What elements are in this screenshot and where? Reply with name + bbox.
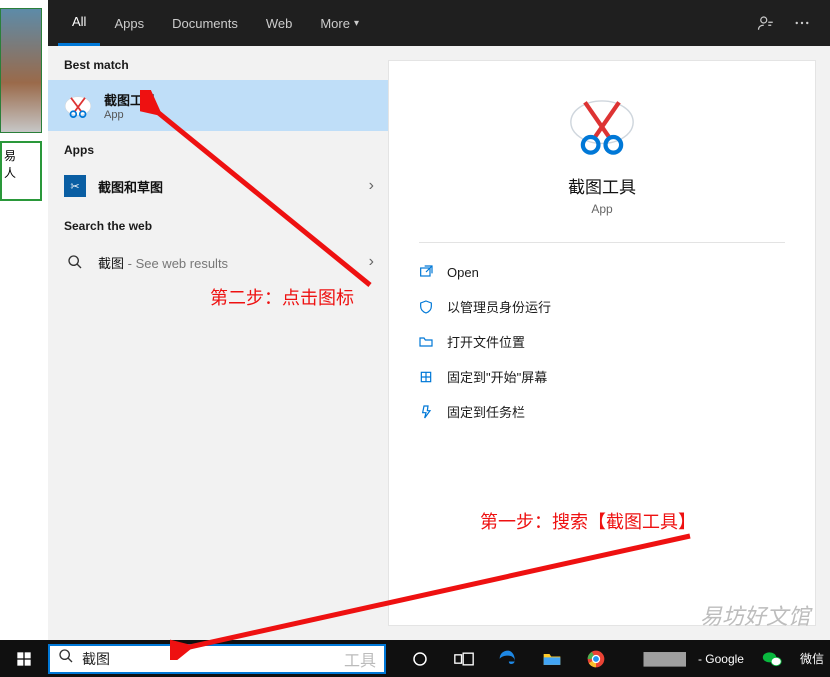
action-label: 固定到任务栏 (447, 402, 525, 421)
result-title: 截图和草图 (98, 177, 163, 196)
action-label: 以管理员身份运行 (447, 297, 551, 316)
web-result-suffix: - See web results (124, 256, 228, 271)
tab-documents[interactable]: Documents (158, 0, 252, 46)
result-best-match[interactable]: 截图工具 App (48, 80, 388, 131)
preview-subtitle: App (591, 202, 612, 216)
section-search-web: Search the web (48, 207, 388, 241)
feedback-icon[interactable] (748, 5, 784, 41)
chevron-right-icon: › (369, 253, 374, 271)
chevron-down-icon: ▾ (354, 18, 359, 29)
desktop-wallpaper-sliver (0, 8, 42, 133)
action-open-file-location[interactable]: 打开文件位置 (413, 324, 791, 359)
desktop-item: 易人 (0, 141, 42, 201)
action-run-as-admin[interactable]: 以管理员身份运行 (413, 289, 791, 324)
search-input[interactable] (82, 651, 340, 667)
more-options-icon[interactable] (784, 5, 820, 41)
action-pin-to-taskbar[interactable]: 固定到任务栏 (413, 394, 791, 429)
desktop-background-edge: 易人 (0, 0, 48, 640)
task-view-button[interactable] (442, 640, 486, 677)
result-subtitle: App (104, 109, 156, 121)
search-icon (64, 251, 86, 273)
file-explorer-button[interactable] (530, 640, 574, 677)
taskbar-window-suffix: - Google (692, 652, 750, 666)
tab-web[interactable]: Web (252, 0, 307, 46)
windows-search-panel: All Apps Documents Web More▾ Best match … (48, 0, 830, 640)
action-open[interactable]: Open (413, 255, 791, 289)
open-icon (417, 263, 435, 281)
chevron-right-icon: › (369, 177, 374, 195)
action-pin-to-start[interactable]: 固定到"开始"屏幕 (413, 359, 791, 394)
cortana-button[interactable] (398, 640, 442, 677)
snipping-tool-icon (64, 92, 92, 120)
search-ghost-text: 工具 (344, 647, 376, 671)
wechat-label: 微信 (794, 650, 830, 667)
start-button[interactable] (0, 640, 48, 677)
result-title: 截图工具 (104, 90, 156, 109)
snip-sketch-icon: ✂ (64, 175, 86, 197)
results-list: Best match 截图工具 App Apps ✂ 截图和草图 › Searc… (48, 46, 388, 640)
preview-title: 截图工具 (568, 173, 636, 198)
chrome-button[interactable] (574, 640, 618, 677)
action-label: 打开文件位置 (447, 332, 525, 351)
tab-more[interactable]: More▾ (306, 0, 373, 46)
action-label: 固定到"开始"屏幕 (447, 367, 547, 386)
taskbar-window-title[interactable]: █████ (637, 652, 692, 666)
snipping-tool-icon-large (568, 91, 636, 159)
search-filter-tabs: All Apps Documents Web More▾ (48, 0, 830, 46)
section-apps: Apps (48, 131, 388, 165)
section-best-match: Best match (48, 46, 388, 80)
web-result-term: 截图 (98, 256, 124, 271)
result-app-snip-sketch[interactable]: ✂ 截图和草图 › (48, 165, 388, 207)
result-preview-pane: 截图工具 App Open 以管理员身份运行 打开文件位置 固定到 (388, 60, 816, 626)
result-web-search[interactable]: 截图 - See web results › (48, 241, 388, 283)
action-label: Open (447, 265, 479, 280)
taskbar: 工具 █████ - Google 微信 (0, 640, 830, 677)
folder-icon (417, 333, 435, 351)
pin-start-icon (417, 368, 435, 386)
wechat-button[interactable] (750, 640, 794, 677)
shield-icon (417, 298, 435, 316)
taskbar-search-box[interactable]: 工具 (48, 644, 386, 674)
edge-button[interactable] (486, 640, 530, 677)
search-icon (58, 648, 74, 669)
pin-taskbar-icon (417, 403, 435, 421)
tab-apps[interactable]: Apps (100, 0, 158, 46)
tab-all[interactable]: All (58, 0, 100, 46)
